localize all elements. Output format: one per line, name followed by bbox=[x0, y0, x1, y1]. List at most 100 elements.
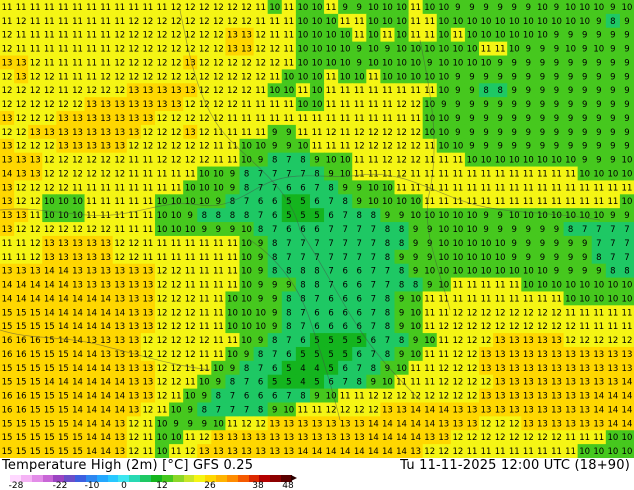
temperature-value: 14 bbox=[86, 392, 97, 402]
temperature-value: 9 bbox=[624, 211, 629, 221]
temperature-value: 10 bbox=[565, 45, 576, 55]
temperature-value: 13 bbox=[72, 114, 83, 124]
temperature-value: 11 bbox=[157, 169, 168, 179]
temperature-value: 14 bbox=[72, 364, 83, 374]
temperature-value: 7 bbox=[342, 378, 347, 388]
temperature-value: 11 bbox=[255, 86, 266, 96]
temperature-value: 11 bbox=[143, 197, 154, 207]
temperature-value: 12 bbox=[100, 169, 111, 179]
temperature-value: 12 bbox=[44, 86, 55, 96]
temperature-value: 10 bbox=[269, 3, 280, 13]
temperature-value: 15 bbox=[72, 433, 83, 443]
temperature-value: 10 bbox=[213, 183, 224, 193]
temperature-value: 9 bbox=[427, 253, 432, 263]
temperature-value: 12 bbox=[171, 31, 182, 41]
temperature-value: 9 bbox=[497, 211, 502, 221]
temperature-value: 9 bbox=[413, 267, 418, 277]
temperature-value: 15 bbox=[16, 419, 27, 429]
temperature-value: 10 bbox=[467, 225, 478, 235]
temperature-value: 11 bbox=[227, 128, 238, 138]
temperature-value: 8 bbox=[244, 183, 249, 193]
temperature-value: 14 bbox=[16, 294, 27, 304]
map-valid-time: Tu 11-11-2025 12:00 UTC (18+90) bbox=[400, 458, 630, 473]
temperature-value: 12 bbox=[2, 128, 13, 138]
temperature-value: 4 bbox=[314, 364, 319, 374]
temperature-value: 11 bbox=[438, 169, 449, 179]
temperature-value: 12 bbox=[30, 225, 41, 235]
temperature-value: 7 bbox=[610, 253, 615, 263]
temperature-value: 12 bbox=[2, 31, 13, 41]
temperature-value: 8 bbox=[357, 211, 362, 221]
temperature-value: 10 bbox=[438, 86, 449, 96]
temperature-value: 13 bbox=[481, 364, 492, 374]
temperature-value: 12 bbox=[157, 156, 168, 166]
temperature-value: 12 bbox=[171, 156, 182, 166]
temperature-value: 12 bbox=[495, 433, 506, 443]
temperature-value: 12 bbox=[185, 100, 196, 110]
temperature-value: 9 bbox=[483, 225, 488, 235]
temperature-value: 8 bbox=[385, 308, 390, 318]
temperature-value: 9 bbox=[526, 253, 531, 263]
temperature-value: 11 bbox=[467, 447, 478, 457]
temperature-value: 9 bbox=[582, 45, 587, 55]
temperature-value: 10 bbox=[326, 31, 337, 41]
temperature-value: 12 bbox=[622, 336, 633, 346]
temperature-value: 11 bbox=[424, 142, 435, 152]
temperature-value: 6 bbox=[258, 197, 263, 207]
temperature-value: 14 bbox=[438, 405, 449, 415]
temperature-value: 12 bbox=[16, 100, 27, 110]
temperature-value: 14 bbox=[44, 281, 55, 291]
temperature-value: 11 bbox=[297, 86, 308, 96]
temperature-value: 10 bbox=[185, 392, 196, 402]
temperature-value: 16 bbox=[16, 350, 27, 360]
temperature-value: 13 bbox=[128, 294, 139, 304]
temperature-value: 13 bbox=[396, 405, 407, 415]
temperature-value: 12 bbox=[128, 433, 139, 443]
temperature-value: 10 bbox=[283, 86, 294, 96]
temperature-value: 13 bbox=[565, 350, 576, 360]
temperature-value: 8 bbox=[244, 364, 249, 374]
temperature-value: 10 bbox=[424, 3, 435, 13]
temperature-value: 12 bbox=[157, 58, 168, 68]
temperature-value: 11 bbox=[213, 128, 224, 138]
temperature-value: 15 bbox=[44, 447, 55, 457]
temperature-value: 14 bbox=[58, 336, 69, 346]
temperature-value: 14 bbox=[396, 447, 407, 457]
temperature-value: 13 bbox=[523, 336, 534, 346]
temperature-value: 13 bbox=[467, 419, 478, 429]
temperature-value: 9 bbox=[610, 58, 615, 68]
temperature-value: 9 bbox=[554, 128, 559, 138]
temperature-value: 13 bbox=[523, 392, 534, 402]
temperature-value: 13 bbox=[72, 267, 83, 277]
temperature-value: 12 bbox=[481, 308, 492, 318]
temperature-value: 9 bbox=[187, 419, 192, 429]
temperature-value: 15 bbox=[2, 378, 13, 388]
temperature-value: 10 bbox=[241, 225, 252, 235]
temperature-value: 13 bbox=[467, 405, 478, 415]
temperature-value: 11 bbox=[171, 183, 182, 193]
temperature-value: 10 bbox=[481, 58, 492, 68]
temperature-value: 13 bbox=[114, 294, 125, 304]
temperature-value: 12 bbox=[213, 114, 224, 124]
temperature-value: 11 bbox=[622, 183, 633, 193]
temperature-value: 12 bbox=[2, 100, 13, 110]
temperature-value: 9 bbox=[314, 392, 319, 402]
temperature-value: 7 bbox=[286, 169, 291, 179]
temperature-value: 10 bbox=[297, 3, 308, 13]
temperature-value: 11 bbox=[114, 183, 125, 193]
temperature-value: 10 bbox=[509, 45, 520, 55]
temperature-value: 14 bbox=[368, 419, 379, 429]
temperature-value: 9 bbox=[202, 419, 207, 429]
temperature-value: 10 bbox=[241, 267, 252, 277]
temperature-value: 11 bbox=[58, 86, 69, 96]
temperature-value: 6 bbox=[342, 364, 347, 374]
temperature-value: 12 bbox=[551, 308, 562, 318]
temperature-value: 13 bbox=[607, 378, 618, 388]
temperature-value: 11 bbox=[283, 3, 294, 13]
temperature-value: 13 bbox=[213, 433, 224, 443]
temperature-value: 6 bbox=[328, 308, 333, 318]
temperature-value: 7 bbox=[286, 392, 291, 402]
temperature-value: 12 bbox=[30, 58, 41, 68]
temperature-value: 13 bbox=[551, 405, 562, 415]
temperature-value: 9 bbox=[357, 45, 362, 55]
